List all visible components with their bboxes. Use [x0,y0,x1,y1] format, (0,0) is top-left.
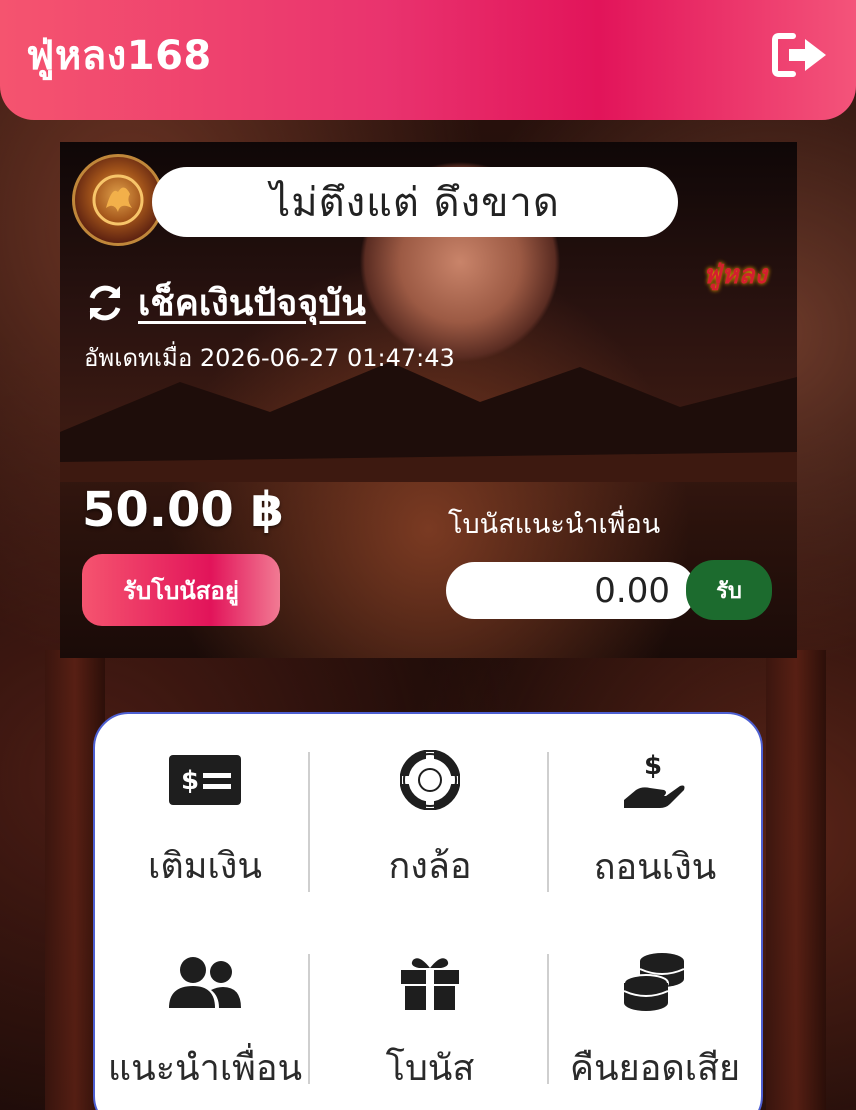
menu-bonus[interactable]: โบนัส [320,916,540,1096]
top-bar: ฟู่หลง168 [0,0,856,120]
brand-emblem-logo [72,154,164,246]
slogan-banner: ไม่ตึงแต่ ดึงขาด [152,167,678,237]
logout-button[interactable] [770,30,830,80]
sign-out-icon [772,33,826,77]
referral-bonus-label: โบนัสแนะนำเพื่อน [448,509,661,540]
svg-text:$: $ [181,766,199,796]
check-balance-label: เช็คเงินปัจจุบัน [138,283,366,324]
wallet-banner: ไม่ตึงแต่ ดึงขาด ฟู่หลง เช็คเงินปัจจุบัน… [60,142,797,658]
menu-cashback-label: คืนยอดเสีย [569,1048,741,1089]
credit-balance: 50.00 ฿ [82,482,284,538]
dragon-emblem-icon [92,174,144,226]
menu-grid: $ เติมเงิน กงล้อ $ ถอนเงิน แนะนำเพื่อน โ… [95,714,765,1110]
menu-wheel-label: กงล้อ [388,846,472,887]
menu-wheel[interactable]: กงล้อ [320,714,540,894]
gift-icon [401,957,459,1010]
brand-title: ฟู่หลง168 [26,33,212,79]
menu-cashback[interactable]: คืนยอดเสีย [545,916,765,1096]
life-ring-icon [400,749,460,810]
menu-deposit[interactable]: $ เติมเงิน [95,714,315,894]
menu-divider [547,752,549,892]
menu-refer-friend-label: แนะนำเพื่อน [107,1048,303,1089]
money-bill-icon: $ [169,754,241,805]
claim-bonus-button[interactable]: รับโบนัสอยู่ [82,554,280,626]
menu-divider [547,954,549,1084]
check-balance-link[interactable]: เช็คเงินปัจจุบัน [84,274,366,331]
menu-withdraw-label: ถอนเงิน [593,847,717,888]
menu-divider [308,954,310,1084]
menu-card: $ เติมเงิน กงล้อ $ ถอนเงิน แนะนำเพื่อน โ… [93,712,763,1110]
coins-icon [623,952,685,1011]
menu-refer-friend[interactable]: แนะนำเพื่อน [95,916,315,1096]
last-updated-text: อัพเดทเมื่อ 2026-06-27 01:47:43 [84,344,455,372]
refresh-icon [89,285,121,320]
brand-mini-logo: ฟู่หลง [702,260,767,290]
referral-bonus-amount: 0.00 [446,562,696,619]
menu-divider [308,752,310,892]
receive-referral-button[interactable]: รับ [686,560,772,620]
users-icon [169,956,241,1008]
menu-withdraw[interactable]: $ ถอนเงิน [545,714,765,894]
decor-pillar-right [766,650,826,1110]
svg-text:$: $ [644,751,662,781]
menu-bonus-label: โบนัส [385,1048,475,1089]
hand-dollar-icon: $ [624,751,685,808]
menu-deposit-label: เติมเงิน [148,846,262,887]
